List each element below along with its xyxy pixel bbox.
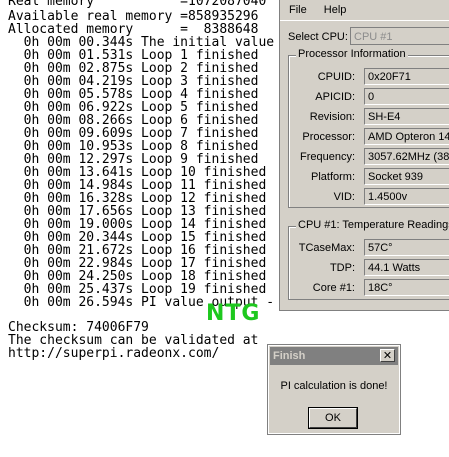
- tcasemax-value: 57C°: [364, 239, 449, 256]
- ok-button[interactable]: OK: [308, 407, 358, 429]
- apicid-value: 0: [364, 88, 449, 105]
- dialog-message: PI calculation is done!: [280, 380, 388, 392]
- select-cpu-label: Select CPU:: [288, 31, 348, 43]
- tdp-label: TDP:: [329, 262, 355, 274]
- ntg-watermark: NTG: [206, 301, 261, 326]
- tcasemax-label: TCaseMax:: [298, 242, 355, 254]
- finish-dialog: Finish ✕ PI calculation is done! OK: [267, 344, 401, 435]
- frequency-label: Frequency:: [299, 151, 355, 163]
- menu-bar: File Help: [289, 4, 360, 16]
- console-validate-url: http://superpi.radeonx.com/: [8, 346, 220, 361]
- processor-information-group: Processor Information CPUID: 0x20F71 API…: [288, 48, 449, 208]
- tdp-value: 44.1 Watts: [364, 259, 449, 276]
- frequency-value: 3057.62MHz (382.2: [364, 148, 449, 165]
- processor-label: Processor:: [302, 131, 355, 143]
- select-cpu-dropdown[interactable]: CPU #1: [350, 27, 449, 45]
- cpuid-label: CPUID:: [317, 71, 355, 83]
- revision-value: SH-E4: [364, 108, 449, 125]
- dialog-title: Finish: [273, 350, 306, 362]
- platform-value: Socket 939: [364, 168, 449, 185]
- menu-separator: [280, 20, 449, 21]
- processor-value: AMD Opteron 146 r: [364, 128, 449, 145]
- core1-temp-label: Core #1:: [312, 282, 355, 294]
- core1-temp-value: 18C°: [364, 279, 449, 296]
- cpuid-value: 0x20F71: [364, 68, 449, 85]
- vid-label: VID:: [333, 191, 355, 203]
- menu-file[interactable]: File: [289, 4, 307, 16]
- console-line-real-memory: Real memory =1072087040: [8, 0, 267, 9]
- temperature-readings-group: CPU #1: Temperature Readings TCaseMax: 5…: [288, 219, 449, 300]
- temperature-readings-title: CPU #1: Temperature Readings: [296, 219, 449, 231]
- menu-help[interactable]: Help: [324, 4, 347, 16]
- revision-label: Revision:: [309, 111, 355, 123]
- platform-label: Platform:: [310, 171, 355, 183]
- dialog-titlebar[interactable]: Finish ✕: [270, 347, 398, 365]
- cpu-info-window: File Help Select CPU: CPU #1 Processor I…: [279, 0, 449, 311]
- close-icon[interactable]: ✕: [380, 349, 395, 362]
- vid-value: 1.4500v: [364, 188, 449, 205]
- apicid-label: APICID:: [315, 91, 355, 103]
- processor-information-title: Processor Information: [296, 48, 408, 60]
